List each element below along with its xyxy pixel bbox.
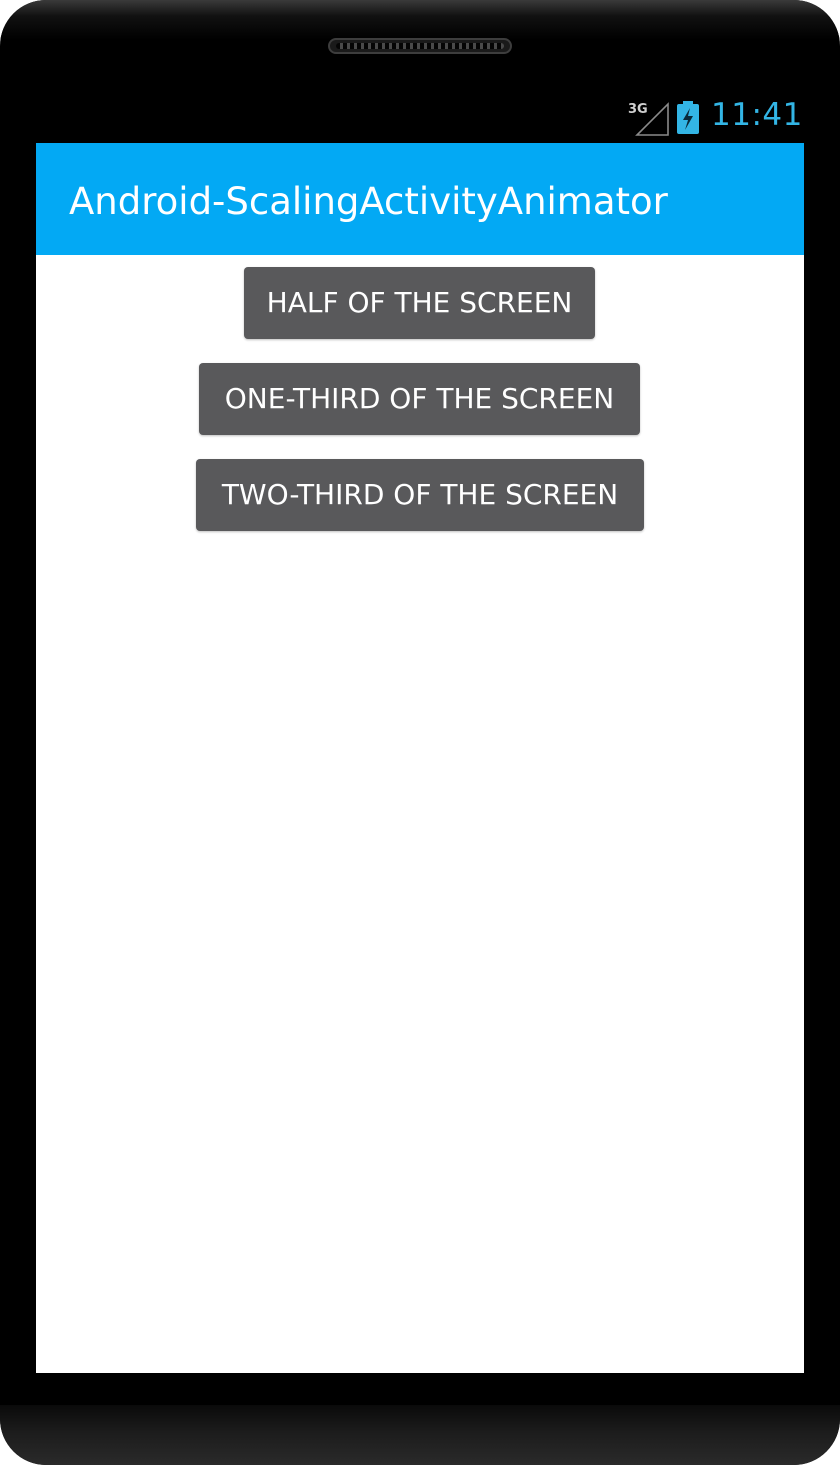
speaker-grille [336,43,504,49]
network-type-label: 3G [628,102,648,117]
app-screen: Android-ScalingActivityAnimator HALF OF … [36,143,804,1373]
earpiece-speaker [328,38,512,54]
device-frame: 3G 11:41 Android-ScalingActivityAnimator… [0,0,840,1465]
device-bottom-bezel [0,1405,840,1465]
status-clock: 11:41 [711,97,803,133]
status-bar: 3G 11:41 [36,95,804,143]
half-of-screen-button[interactable]: HALF OF THE SCREEN [244,267,595,339]
two-third-of-screen-button[interactable]: TWO-THIRD OF THE SCREEN [196,459,644,531]
one-third-of-screen-button[interactable]: ONE-THIRD OF THE SCREEN [199,363,640,435]
action-bar: Android-ScalingActivityAnimator [36,143,804,255]
cell-signal-icon: 3G [628,102,669,136]
app-title: Android-ScalingActivityAnimator [69,180,668,223]
battery-charging-icon [677,101,699,134]
device-top-bezel [0,0,840,40]
